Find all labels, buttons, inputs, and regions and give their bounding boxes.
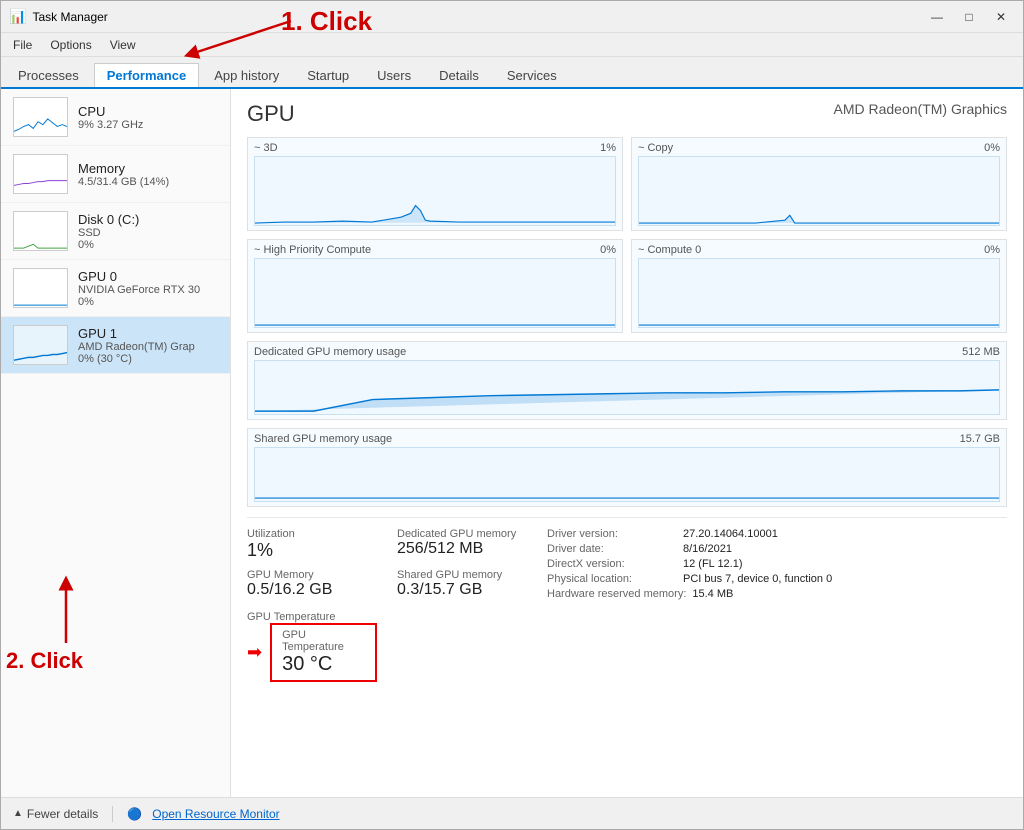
minimize-button[interactable]: — bbox=[923, 7, 951, 27]
stat-gpu-memory: GPU Memory 0.5/16.2 GB bbox=[247, 569, 377, 599]
chart-shared-label: Shared GPU memory usage bbox=[254, 433, 392, 445]
maximize-button[interactable]: □ bbox=[955, 7, 983, 27]
tab-apphistory[interactable]: App history bbox=[201, 63, 292, 87]
menu-file[interactable]: File bbox=[5, 36, 40, 54]
panel-subtitle: AMD Radeon(TM) Graphics bbox=[834, 101, 1008, 117]
memory-info: Memory 4.5/31.4 GB (14%) bbox=[78, 161, 218, 188]
chart-dedicated: Dedicated GPU memory usage 512 MB bbox=[247, 341, 1007, 420]
bottom-bar: ▲ Fewer details 🔵 Open Resource Monitor bbox=[1, 797, 1023, 829]
disk0-thumb bbox=[13, 211, 68, 251]
app-title: Task Manager bbox=[32, 10, 107, 24]
chart-copy-inner bbox=[638, 156, 1000, 226]
tab-details[interactable]: Details bbox=[426, 63, 492, 87]
gpu0-usage: 0% bbox=[78, 296, 218, 308]
arrow-temp-icon: ➡ bbox=[247, 642, 262, 663]
gpu0-name: GPU 0 bbox=[78, 269, 218, 284]
chart-highpri: ~ High Priority Compute 0% bbox=[247, 239, 623, 333]
chart-highpri-percent: 0% bbox=[600, 244, 616, 256]
disk0-name: Disk 0 (C:) bbox=[78, 212, 218, 227]
sidebar-item-gpu0[interactable]: GPU 0 NVIDIA GeForce RTX 30 0% bbox=[1, 260, 230, 317]
gpu0-thumb bbox=[13, 268, 68, 308]
sidebar-item-disk0[interactable]: Disk 0 (C:) SSD 0% bbox=[1, 203, 230, 260]
stat-dedicated-mem: Dedicated GPU memory 256/512 MB bbox=[397, 528, 527, 561]
tab-services[interactable]: Services bbox=[494, 63, 570, 87]
driver-version: 27.20.14064.10001 bbox=[683, 528, 778, 540]
fewer-details-label: Fewer details bbox=[27, 807, 98, 821]
chart-3d-percent: 1% bbox=[600, 142, 616, 154]
title-bar: 📊 Task Manager — □ ✕ bbox=[1, 1, 1023, 33]
gpu-temp-value: 30 °C bbox=[282, 653, 365, 676]
menu-options[interactable]: Options bbox=[42, 36, 99, 54]
performance-panel: GPU AMD Radeon(TM) Graphics ~ 3D 1% bbox=[231, 89, 1023, 797]
chart-highpri-label: ~ High Priority Compute bbox=[254, 244, 371, 256]
cpu-name: CPU bbox=[78, 104, 218, 119]
sidebar-item-cpu[interactable]: CPU 9% 3.27 GHz bbox=[1, 89, 230, 146]
gpu-temp-box: GPU Temperature 30 °C bbox=[270, 623, 377, 682]
menu-bar: File Options View bbox=[1, 33, 1023, 57]
gpu1-usage: 0% (30 °C) bbox=[78, 353, 218, 365]
chart-copy-label: ~ Copy bbox=[638, 142, 673, 154]
driver-info-section: Driver version: 27.20.14064.10001 Driver… bbox=[527, 528, 1007, 682]
tab-startup[interactable]: Startup bbox=[294, 63, 362, 87]
disk0-info: Disk 0 (C:) SSD 0% bbox=[78, 212, 218, 251]
chart-compute0-label: ~ Compute 0 bbox=[638, 244, 701, 256]
gpu1-thumb bbox=[13, 325, 68, 365]
memory-usage: 4.5/31.4 GB (14%) bbox=[78, 176, 218, 188]
gpu1-model: AMD Radeon(TM) Grap bbox=[78, 341, 218, 353]
chart-compute0-inner bbox=[638, 258, 1000, 328]
cpu-usage: 9% 3.27 GHz bbox=[78, 119, 218, 131]
app-icon: 📊 bbox=[9, 8, 26, 25]
chart-shared-max: 15.7 GB bbox=[960, 433, 1000, 445]
disk0-type: SSD bbox=[78, 227, 218, 239]
chart-dedicated-inner bbox=[254, 360, 1000, 415]
sidebar: CPU 9% 3.27 GHz Memory 4.5/31.4 GB (14%) bbox=[1, 89, 231, 797]
chart-highpri-inner bbox=[254, 258, 616, 328]
chart-copy-percent: 0% bbox=[984, 142, 1000, 154]
open-resource-monitor-link[interactable]: Open Resource Monitor bbox=[152, 807, 279, 821]
tab-users[interactable]: Users bbox=[364, 63, 424, 87]
driver-date: 8/16/2021 bbox=[683, 543, 732, 555]
chart-3d: ~ 3D 1% bbox=[247, 137, 623, 231]
cpu-thumb bbox=[13, 97, 68, 137]
main-content: CPU 9% 3.27 GHz Memory 4.5/31.4 GB (14%) bbox=[1, 89, 1023, 797]
memory-name: Memory bbox=[78, 161, 218, 176]
chart-dedicated-label: Dedicated GPU memory usage bbox=[254, 346, 406, 358]
directx-version: 12 (FL 12.1) bbox=[683, 558, 743, 570]
gpu1-info: GPU 1 AMD Radeon(TM) Grap 0% (30 °C) bbox=[78, 326, 218, 365]
tab-performance[interactable]: Performance bbox=[94, 63, 199, 87]
sidebar-item-gpu1[interactable]: GPU 1 AMD Radeon(TM) Grap 0% (30 °C) bbox=[1, 317, 230, 374]
charts-grid-top: ~ 3D 1% ~ Copy 0% bbox=[247, 137, 1007, 333]
menu-view[interactable]: View bbox=[102, 36, 144, 54]
chart-dedicated-max: 512 MB bbox=[962, 346, 1000, 358]
gpu0-model: NVIDIA GeForce RTX 30 bbox=[78, 284, 218, 296]
gpu1-name: GPU 1 bbox=[78, 326, 218, 341]
stat-gpu-temp-container: GPU Temperature ➡ GPU Temperature 30 °C bbox=[247, 611, 377, 682]
chart-compute0: ~ Compute 0 0% bbox=[631, 239, 1007, 333]
chevron-up-icon: ▲ bbox=[13, 808, 23, 819]
hw-reserved-memory: 15.4 MB bbox=[692, 588, 733, 600]
physical-location: PCI bus 7, device 0, function 0 bbox=[683, 573, 832, 585]
sidebar-item-memory[interactable]: Memory 4.5/31.4 GB (14%) bbox=[1, 146, 230, 203]
disk0-usage: 0% bbox=[78, 239, 218, 251]
tab-processes[interactable]: Processes bbox=[5, 63, 92, 87]
chart-compute0-percent: 0% bbox=[984, 244, 1000, 256]
panel-header: GPU AMD Radeon(TM) Graphics bbox=[247, 101, 1007, 127]
chart-3d-inner bbox=[254, 156, 616, 226]
stat-shared-mem: Shared GPU memory 0.3/15.7 GB bbox=[397, 569, 527, 599]
fewer-details-button[interactable]: ▲ Fewer details bbox=[13, 807, 98, 821]
chart-shared: Shared GPU memory usage 15.7 GB bbox=[247, 428, 1007, 507]
close-button[interactable]: ✕ bbox=[987, 7, 1015, 27]
chart-shared-inner bbox=[254, 447, 1000, 502]
chart-copy: ~ Copy 0% bbox=[631, 137, 1007, 231]
stat-utilization: Utilization 1% bbox=[247, 528, 377, 561]
cpu-info: CPU 9% 3.27 GHz bbox=[78, 104, 218, 131]
resource-monitor-icon: 🔵 bbox=[127, 807, 142, 821]
tabs: Processes Performance App history Startu… bbox=[1, 57, 1023, 89]
panel-title: GPU bbox=[247, 101, 295, 127]
gpu0-info: GPU 0 NVIDIA GeForce RTX 30 0% bbox=[78, 269, 218, 308]
chart-3d-label: ~ 3D bbox=[254, 142, 278, 154]
memory-thumb bbox=[13, 154, 68, 194]
